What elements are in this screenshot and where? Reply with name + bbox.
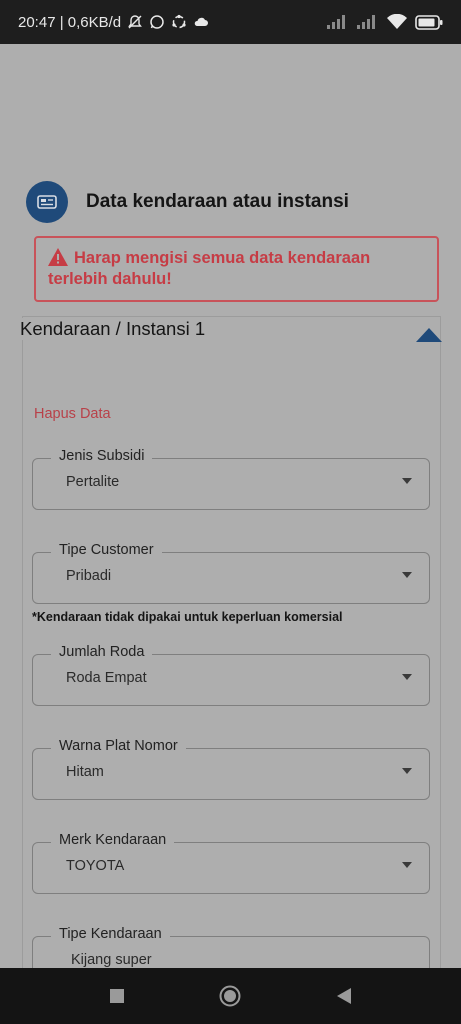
vehicle-title: Kendaraan / Instansi 1 <box>20 318 212 340</box>
vehicle-type-select[interactable]: Tipe Kendaraan Kijang super <box>32 926 430 968</box>
wheel-count-select[interactable]: Jumlah Roda Roda Empat <box>32 644 430 706</box>
subsidy-type-select[interactable]: Jenis Subsidi Pertalite <box>32 448 430 510</box>
section-title: Data kendaraan atau instansi <box>86 191 349 212</box>
dropdown-arrow-icon <box>402 572 412 578</box>
field-value: Pertalite <box>66 474 120 490</box>
battery-icon <box>415 14 443 30</box>
home-button[interactable] <box>210 976 250 1016</box>
collapse-up-icon[interactable] <box>416 326 442 342</box>
back-button[interactable] <box>324 976 364 1016</box>
dropdown-arrow-icon <box>402 478 412 484</box>
alert-message: Harap mengisi semua data kendaraan terle… <box>48 249 371 288</box>
wifi-icon <box>387 14 407 29</box>
dropdown-arrow-icon <box>402 674 412 680</box>
delete-data-link[interactable]: Hapus Data <box>34 406 111 422</box>
signal-icon <box>357 15 375 29</box>
field-value: TOYOTA <box>66 858 125 874</box>
status-time: 20:47 | 0,6KB/d <box>18 13 122 31</box>
vehicle-brand-select[interactable]: Merk Kendaraan TOYOTA <box>32 832 430 894</box>
dropdown-arrow-icon <box>402 768 412 774</box>
field-label: Warna Plat Nomor <box>51 738 186 754</box>
home-icon <box>219 985 241 1007</box>
field-value: Pribadi <box>66 568 112 584</box>
dropdown-arrow-icon <box>402 862 412 868</box>
field-label: Tipe Customer <box>51 542 162 558</box>
signal-icon <box>327 15 345 29</box>
field-label: Tipe Kendaraan <box>51 926 170 942</box>
recent-apps-icon <box>109 989 124 1003</box>
id-card-icon <box>26 181 68 223</box>
customer-type-select[interactable]: Tipe Customer Pribadi <box>32 542 430 604</box>
field-label: Jenis Subsidi <box>51 448 153 464</box>
recent-apps-button[interactable] <box>97 976 137 1016</box>
error-alert: Harap mengisi semua data kendaraan terle… <box>34 236 439 302</box>
notification-off-icon <box>128 15 143 29</box>
commercial-note: *Kendaraan tidak dipakai untuk keperluan… <box>32 610 343 624</box>
plate-color-select[interactable]: Warna Plat Nomor Hitam <box>32 738 430 800</box>
warning-icon <box>48 248 68 266</box>
status-bar: 20:47 | 0,6KB/d <box>0 0 461 44</box>
field-label: Merk Kendaraan <box>51 832 175 848</box>
field-value: Roda Empat <box>66 670 147 686</box>
cloud-icon <box>194 17 209 26</box>
navigation-bar <box>0 968 461 1024</box>
back-icon <box>337 988 352 1004</box>
field-label: Jumlah Roda <box>51 644 153 660</box>
sync-icon <box>172 14 186 29</box>
section-header: Data kendaraan atau instansi <box>26 181 349 223</box>
page-content: Data kendaraan atau instansi Harap mengi… <box>0 44 461 968</box>
whatsapp-icon <box>150 15 164 29</box>
field-value: Kijang super <box>71 952 152 968</box>
field-value: Hitam <box>66 764 104 780</box>
